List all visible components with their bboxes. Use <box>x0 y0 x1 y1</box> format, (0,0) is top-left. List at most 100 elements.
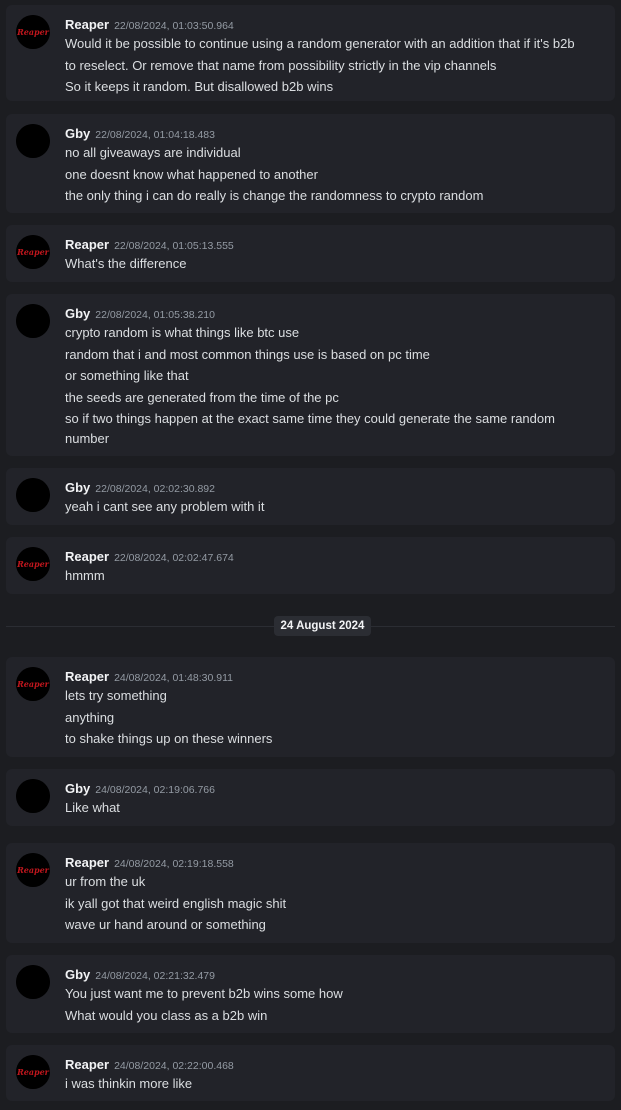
message-line: crypto random is what things like btc us… <box>65 325 300 340</box>
message-header: Reaper 24/08/2024, 01:48:30.911 <box>65 668 233 684</box>
black-circle-icon <box>16 304 50 338</box>
author-name[interactable]: Reaper <box>65 855 109 870</box>
avatar[interactable] <box>16 124 50 158</box>
message-body: hmmm <box>65 565 601 587</box>
message-header: Gby 22/08/2024, 01:04:18.483 <box>65 125 215 141</box>
svg-text:Reaper: Reaper <box>16 27 50 37</box>
author-name[interactable]: Reaper <box>65 549 109 564</box>
message-card[interactable]: Gby 22/08/2024, 01:04:18.483 no all givea… <box>6 114 615 213</box>
message-body: no all giveaways are individual one does… <box>65 142 601 207</box>
reaper-logo-icon: Reaper <box>16 667 50 701</box>
author-name[interactable]: Gby <box>65 967 90 982</box>
message-header: Gby 22/08/2024, 02:02:30.892 <box>65 479 215 495</box>
reaper-logo-icon: Reaper <box>16 547 50 581</box>
avatar[interactable]: Reaper <box>16 235 50 269</box>
message-line: hmmm <box>65 568 105 583</box>
message-body: crypto random is what things like btc us… <box>65 322 601 447</box>
reaper-logo-icon: Reaper <box>16 1055 50 1089</box>
message-line: or something like that <box>65 368 189 384</box>
timestamp: 24/08/2024, 02:21:32.479 <box>95 970 215 982</box>
message-header: Reaper 24/08/2024, 02:19:18.558 <box>65 854 234 870</box>
message-line: i was thinkin more like <box>65 1076 193 1091</box>
reaper-logo-icon: Reaper <box>16 853 50 887</box>
message-card[interactable]: Reaper Reaper 24/08/2024, 02:22:00.468 i … <box>6 1045 615 1101</box>
timestamp: 22/08/2024, 01:05:13.555 <box>114 240 234 252</box>
message-body: lets try something anything to shake thi… <box>65 685 601 750</box>
message-body: ur from the uk ik yall got that weird en… <box>65 871 601 936</box>
message-line: random that i and most common things use… <box>65 346 430 362</box>
timestamp: 24/08/2024, 02:19:18.558 <box>114 858 234 870</box>
avatar[interactable] <box>16 779 50 813</box>
message-card[interactable]: Reaper Reaper 24/08/2024, 02:19:18.558 ur… <box>6 843 615 943</box>
message-card[interactable]: Reaper Reaper 24/08/2024, 01:48:30.911 le… <box>6 657 615 757</box>
avatar[interactable] <box>16 478 50 512</box>
avatar[interactable] <box>16 965 50 999</box>
avatar[interactable]: Reaper <box>16 853 50 887</box>
message-header: Reaper 22/08/2024, 01:05:13.555 <box>65 236 234 252</box>
message-card[interactable]: Reaper Reaper 22/08/2024, 01:03:50.964 Wo… <box>6 5 615 101</box>
message-card[interactable]: Gby 24/08/2024, 02:21:32.479 You just wan… <box>6 955 615 1033</box>
svg-text:Reaper: Reaper <box>16 247 50 257</box>
svg-text:Reaper: Reaper <box>16 679 50 689</box>
author-name[interactable]: Gby <box>65 306 90 321</box>
message-line: one doesnt know what happened to another <box>65 166 318 182</box>
date-separator: 24 August 2024 <box>6 616 615 636</box>
message-line: the only thing i can do really is change… <box>65 188 484 204</box>
avatar[interactable]: Reaper <box>16 547 50 581</box>
message-card[interactable]: Gby 22/08/2024, 01:05:38.210 crypto rando… <box>6 294 615 456</box>
timestamp: 22/08/2024, 02:02:30.892 <box>95 483 215 495</box>
avatar[interactable]: Reaper <box>16 15 50 49</box>
message-line: lets try something <box>65 688 167 703</box>
message-line: So it keeps it random. But disallowed b2… <box>65 79 334 95</box>
svg-text:Reaper: Reaper <box>16 1067 50 1077</box>
message-body: What's the difference <box>65 253 601 275</box>
author-name[interactable]: Reaper <box>65 237 109 252</box>
black-circle-icon <box>16 124 50 158</box>
message-line: anything <box>65 709 115 725</box>
message-body: Like what <box>65 797 601 819</box>
author-name[interactable]: Gby <box>65 781 90 796</box>
message-line: You just want me to prevent b2b wins som… <box>65 986 343 1001</box>
message-card[interactable]: Gby 22/08/2024, 02:02:30.892 yeah i cant … <box>6 468 615 525</box>
message-header: Reaper 24/08/2024, 02:22:00.468 <box>65 1056 234 1072</box>
timestamp: 24/08/2024, 01:48:30.911 <box>114 672 233 684</box>
message-body: You just want me to prevent b2b wins som… <box>65 983 601 1026</box>
avatar[interactable] <box>16 304 50 338</box>
black-circle-icon <box>16 478 50 512</box>
avatar[interactable]: Reaper <box>16 1055 50 1089</box>
black-circle-icon <box>16 779 50 813</box>
svg-text:Reaper: Reaper <box>16 559 50 569</box>
message-body: Would it be possible to continue using a… <box>65 33 601 98</box>
message-line: the seeds are generated from the time of… <box>65 389 339 405</box>
author-name[interactable]: Reaper <box>65 17 109 32</box>
timestamp: 22/08/2024, 01:05:38.210 <box>95 309 215 321</box>
message-card[interactable]: Gby 24/08/2024, 02:19:06.766 Like what <box>6 769 615 826</box>
message-header: Reaper 22/08/2024, 01:03:50.964 <box>65 16 234 32</box>
author-name[interactable]: Gby <box>65 126 90 141</box>
message-header: Gby 22/08/2024, 01:05:38.210 <box>65 305 215 321</box>
message-line: to reselect. Or remove that name from po… <box>65 57 497 73</box>
message-line: to shake things up on these winners <box>65 731 273 747</box>
message-line: ik yall got that weird english magic shi… <box>65 895 287 911</box>
message-body: i was thinkin more like <box>65 1073 601 1095</box>
timestamp: 22/08/2024, 02:02:47.674 <box>114 552 234 564</box>
author-name[interactable]: Gby <box>65 480 90 495</box>
message-line: number <box>65 430 110 446</box>
message-card[interactable]: Reaper Reaper 22/08/2024, 01:05:13.555 Wh… <box>6 225 615 282</box>
message-header: Gby 24/08/2024, 02:19:06.766 <box>65 780 215 796</box>
author-name[interactable]: Reaper <box>65 669 109 684</box>
message-header: Reaper 22/08/2024, 02:02:47.674 <box>65 548 234 564</box>
message-header: Gby 24/08/2024, 02:21:32.479 <box>65 966 215 982</box>
message-card[interactable]: Reaper Reaper 22/08/2024, 02:02:47.674 hm… <box>6 537 615 594</box>
message-line: wave ur hand around or something <box>65 917 266 933</box>
timestamp: 22/08/2024, 01:03:50.964 <box>114 20 234 32</box>
timestamp: 24/08/2024, 02:19:06.766 <box>95 784 215 796</box>
message-line: What would you class as a b2b win <box>65 1007 268 1023</box>
reaper-logo-icon: Reaper <box>16 235 50 269</box>
message-line: no all giveaways are individual <box>65 145 241 160</box>
author-name[interactable]: Reaper <box>65 1057 109 1072</box>
date-label: 24 August 2024 <box>274 616 371 636</box>
avatar[interactable]: Reaper <box>16 667 50 701</box>
black-circle-icon <box>16 965 50 999</box>
message-feed: Reaper Reaper 22/08/2024, 01:03:50.964 Wo… <box>0 0 621 1110</box>
